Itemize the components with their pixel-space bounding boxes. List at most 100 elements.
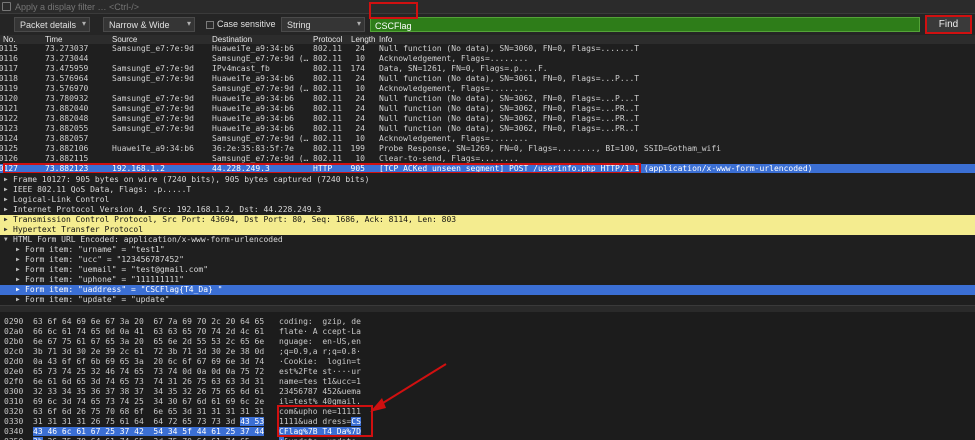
search-string-input[interactable] [370,17,920,32]
char-width-select[interactable]: Narrow & Wide ▾ [103,17,195,32]
col-source[interactable]: Source [112,35,137,44]
packet-details-tree: ▶ Frame 10127: 905 bytes on wire (7240 bi… [0,173,975,305]
expand-right-icon[interactable]: ▶ [16,255,20,265]
col-no[interactable]: No. [3,35,15,44]
col-destination[interactable]: Destination [212,35,252,44]
tree-node-label: Transmission Control Protocol, Src Port:… [13,215,457,224]
chevron-down-icon: ▾ [186,19,191,28]
cell-info: Probe Response, SN=1269, FN=0, Flags=...… [379,144,721,153]
cell-info: Null function (No data), SN=3062, FN=0, … [379,124,640,133]
protocol-tree-node[interactable]: ▶ Frame 10127: 905 bytes on wire (7240 bi… [0,175,975,185]
packet-row[interactable]: 10118 73.576964 SamsungE_e7:7e:9d HuaweiTe_… [0,74,975,84]
find-packet-toolbar: Packet details ▾ Narrow & Wide ▾ Case se… [0,14,975,35]
segment: ·Cookie: login=t [279,357,361,366]
case-sensitive-label: Case sensitive [217,19,276,29]
form-item-node[interactable]: ▶ Form item: "update" = "update" [0,295,975,305]
bookmark-icon[interactable] [2,2,11,11]
tree-node-label: Internet Protocol Version 4, Src: 192.16… [13,205,322,214]
cell-no: 10119 [0,84,18,93]
cell-protocol: 802.11 [313,104,342,113]
tree-node-label: Form item: "uphone" = "111111111" [25,275,184,284]
expand-right-icon[interactable]: ▶ [4,205,8,215]
expand-right-icon[interactable]: ▶ [4,225,8,235]
cell-info: Null function (No data), SN=3062, FN=0, … [379,94,640,103]
expand-right-icon[interactable]: ▶ [4,175,8,185]
protocol-tree-node[interactable]: ▶ Hypertext Transfer Protocol [0,225,975,235]
packet-row[interactable]: 10125 73.882106 HuaweiTe_a9:34:b6 36:2e:35:… [0,144,975,154]
case-sensitive-checkbox[interactable] [206,21,214,29]
cell-destination: 36:2e:35:83:5f:7e [212,144,294,153]
cell-length: 10 [355,134,365,143]
cell-protocol: 802.11 [313,114,342,123]
cell-time: 73.882040 [45,104,89,113]
col-protocol[interactable]: Protocol [313,35,342,44]
protocol-tree-node[interactable]: ▶ IEEE 802.11 QoS Data, Flags: .p.....T [0,185,975,195]
pane-splitter[interactable] [0,305,975,312]
form-item-node[interactable]: ▶ Form item: "ucc" = "123456787452" [0,255,975,265]
tree-node-label: Hypertext Transfer Protocol [13,225,144,234]
packet-row[interactable]: 10120 73.780932 SamsungE_e7:7e:9d HuaweiTe_… [0,94,975,104]
protocol-tree-node[interactable]: ▶ Internet Protocol Version 4, Src: 192.1… [0,205,975,215]
col-info[interactable]: Info [379,35,392,44]
expand-right-icon[interactable]: ▶ [4,195,8,205]
expand-right-icon[interactable]: ▶ [16,285,20,295]
cell-source: SamsungE_e7:7e:9d [112,124,194,133]
cell-destination: SamsungE_e7:7e:9d (… [212,54,309,63]
find-button[interactable]: Find [925,15,972,34]
search-type-select[interactable]: String ▾ [281,17,365,32]
packet-list: No. Time Source Destination Protocol Len… [0,35,975,173]
protocol-tree-node[interactable]: ▶ Logical-Link Control [0,195,975,205]
protocol-tree-node[interactable]: ▶ Transmission Control Protocol, Src Port… [0,215,975,225]
tree-node-label: Form item: "update" = "update" [25,295,170,304]
segment: 69 6c 3d 74 65 73 74 25 34 30 67 6d 61 6… [33,397,265,406]
packet-row[interactable]: 10123 73.882055 SamsungE_e7:7e:9d HuaweiTe_… [0,124,975,134]
packet-row[interactable]: 10115 73.273037 SamsungE_e7:7e:9d HuaweiTe_… [0,44,975,54]
cell-destination: SamsungE_e7:7e:9d (… [212,84,309,93]
search-in-value: Packet details [20,20,77,30]
expand-down-icon[interactable]: ▼ [4,235,8,245]
form-item-node[interactable]: ▶ Form item: "uemail" = "test@gmail.com" [0,265,975,275]
form-item-node[interactable]: ▶ Form item: "urname" = "test1" [0,245,975,255]
form-item-node[interactable]: ▶ Form item: "uphone" = "111111111" [0,275,975,285]
segment: 66 6c 61 74 65 0d 0a 41 63 63 65 70 74 2… [33,327,265,336]
form-item-node[interactable]: ▶ Form item: "uaddress" = "CSCFlag{T4_Da}… [0,285,975,295]
display-filter-input[interactable] [13,0,973,14]
cell-time: 73.576964 [45,74,89,83]
expand-right-icon[interactable]: ▶ [16,275,20,285]
tree-node-label: Logical-Link Control [13,195,110,204]
expand-right-icon[interactable]: ▶ [16,295,20,305]
segment: 32 33 34 35 36 37 38 37 34 35 32 26 75 6… [33,387,265,396]
cell-no: 10115 [0,44,18,53]
segment: 65 73 74 25 32 46 74 65 73 74 0d 0a 0d 0… [33,367,265,376]
segment: name=tes t1&ucc=1 [279,377,361,386]
ascii-highlight-box [277,405,373,437]
expand-right-icon[interactable]: ▶ [16,245,20,255]
display-filter-bar [0,0,975,14]
col-length[interactable]: Length [351,35,375,44]
cell-time: 73.780932 [45,94,89,103]
expand-right-icon[interactable]: ▶ [4,215,8,225]
packet-row[interactable]: 10121 73.882040 SamsungE_e7:7e:9d HuaweiTe_… [0,104,975,114]
cell-time: 73.475959 [45,64,89,73]
search-in-select[interactable]: Packet details ▾ [14,17,90,32]
annotation-arrow [370,363,447,412]
packet-row[interactable]: 10124 73.882057 SamsungE_e7:7e:9d (… 802.11… [0,134,975,144]
packet-row[interactable]: 10119 73.576970 SamsungE_e7:7e:9d (… 802.11… [0,84,975,94]
cell-time: 73.882106 [45,144,89,153]
packet-row[interactable]: 10122 73.882048 SamsungE_e7:7e:9d HuaweiTe_… [0,114,975,124]
segment: coding: gzip, de [279,317,361,326]
hex-row[interactable]: 0350 2b 26 75 70 64 61 74 65 3d 75 70 64 … [0,436,975,440]
col-time[interactable]: Time [45,35,62,44]
expand-right-icon[interactable]: ▶ [4,185,8,195]
cell-destination: HuaweiTe_a9:34:b6 [212,74,294,83]
cell-source: SamsungE_e7:7e:9d [112,64,194,73]
segment: 6e 61 6d 65 3d 74 65 73 74 31 26 75 63 6… [33,377,265,386]
packet-row[interactable]: 10117 73.475959 SamsungE_e7:7e:9d IPv4mcast… [0,64,975,74]
cell-source: SamsungE_e7:7e:9d [112,104,194,113]
protocol-tree-node[interactable]: ▼ HTML Form URL Encoded: application/x-ww… [0,235,975,245]
cell-source: SamsungE_e7:7e:9d [112,94,194,103]
packet-row[interactable]: 10116 73.273044 SamsungE_e7:7e:9d (… 802.11… [0,54,975,64]
cell-no: 10122 [0,114,18,123]
cell-length: 24 [355,124,365,133]
expand-right-icon[interactable]: ▶ [16,265,20,275]
